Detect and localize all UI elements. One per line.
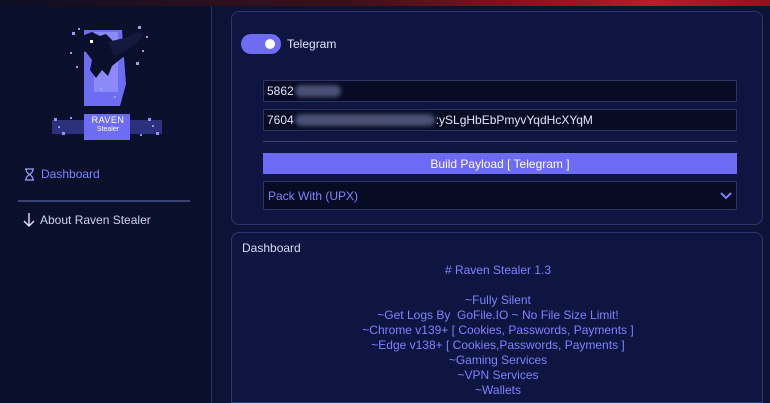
redacted-text: [294, 114, 435, 126]
build-payload-button[interactable]: Build Payload [ Telegram ]: [263, 153, 737, 174]
chat-id-field[interactable]: 5862: [263, 80, 737, 102]
builder-separator: [263, 141, 737, 142]
dashboard-log: # Raven Stealer 1.3 ~Fully Silent ~Get L…: [232, 263, 762, 398]
chat-id-visible-text: 5862: [267, 84, 294, 98]
token-visible-suffix: :ySLgHbEbPmyvYqdHcXYqM: [435, 113, 593, 127]
chevron-down-icon: [720, 191, 732, 199]
toggle-knob: [265, 39, 275, 49]
log-line: ~Get Logs By GoFile.IO ~ No File Size Li…: [377, 308, 619, 322]
hourglass-icon: [25, 167, 34, 181]
sidebar-item-dashboard[interactable]: Dashboard: [24, 166, 100, 182]
raven-bird-icon: [70, 26, 148, 106]
raven-logo: RAVEN Stealer: [52, 22, 162, 140]
logo-title: RAVEN: [91, 115, 125, 125]
log-line: ~VPN Services: [457, 368, 539, 382]
token-visible-prefix: 7604: [267, 113, 294, 127]
telegram-toggle-label: Telegram: [287, 37, 337, 51]
bot-token-field[interactable]: 7604 :ySLgHbEbPmyvYqdHcXYqM: [263, 109, 737, 131]
log-line: ~Chrome v139+ [ Cookies, Passwords, Paym…: [362, 323, 634, 337]
sidebar-item-label: Dashboard: [41, 167, 100, 181]
log-line: # Raven Stealer 1.3: [444, 263, 552, 277]
logo-subtitle: Stealer: [96, 126, 120, 133]
dashboard-panel-title: Dashboard: [242, 241, 301, 255]
dashboard-panel: Dashboard # Raven Stealer 1.3 ~Fully Sil…: [231, 232, 763, 403]
sidebar-item-label: About Raven Stealer: [40, 213, 151, 227]
pack-select-value: Pack With (UPX): [268, 188, 359, 203]
telegram-toggle[interactable]: [241, 34, 281, 54]
redacted-text: [294, 85, 341, 97]
log-line: ~Fully Silent: [465, 293, 531, 307]
sidebar-divider: [18, 200, 190, 202]
log-line: ~Wallets: [475, 383, 521, 397]
sidebar-item-about[interactable]: About Raven Stealer: [22, 211, 151, 229]
log-line: ~Edge v138+ [ Cookies,Passwords, Payment…: [371, 338, 625, 352]
log-line: ~Gaming Services: [448, 353, 548, 367]
arrow-down-icon: [23, 213, 35, 227]
pack-with-select[interactable]: Pack With (UPX): [263, 181, 737, 210]
